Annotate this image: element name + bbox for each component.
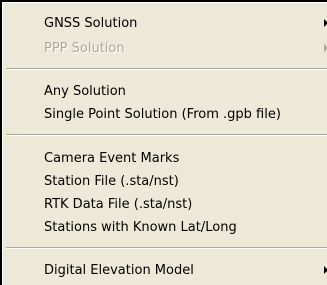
menu-item-label: Any Solution <box>44 84 126 99</box>
menu-item-gnss-solution[interactable]: GNSS Solution <box>2 12 327 35</box>
menu-item-label: Single Point Solution (From .gpb file) <box>44 107 281 122</box>
menu-item-digital-elevation-model[interactable]: Digital Elevation Model <box>2 259 327 282</box>
menu-separator <box>6 247 327 249</box>
menu-item-label: Station File (.sta/nst) <box>44 174 179 189</box>
menu-item-camera-event-marks[interactable]: Camera Event Marks <box>2 147 327 170</box>
menu-item-station-file[interactable]: Station File (.sta/nst) <box>2 170 327 193</box>
context-menu: GNSS Solution PPP Solution Any Solution … <box>0 0 327 285</box>
menu-item-label: Digital Elevation Model <box>44 263 194 278</box>
menu-item-stations-known-lat-long[interactable]: Stations with Known Lat/Long <box>2 216 327 239</box>
menu-item-label: RTK Data File (.sta/nst) <box>44 197 193 212</box>
menu-item-single-point-solution[interactable]: Single Point Solution (From .gpb file) <box>2 103 327 126</box>
menu-separator <box>6 68 327 70</box>
menu-item-label: Stations with Known Lat/Long <box>44 220 237 235</box>
menu-item-rtk-data-file[interactable]: RTK Data File (.sta/nst) <box>2 193 327 216</box>
menu-item-any-solution[interactable]: Any Solution <box>2 80 327 103</box>
menu-item-label: Camera Event Marks <box>44 151 180 166</box>
menu-item-label: GNSS Solution <box>44 16 138 31</box>
menu-item-label: PPP Solution <box>44 41 125 56</box>
menu-separator <box>6 134 327 136</box>
menu-item-ppp-solution: PPP Solution <box>2 37 327 60</box>
